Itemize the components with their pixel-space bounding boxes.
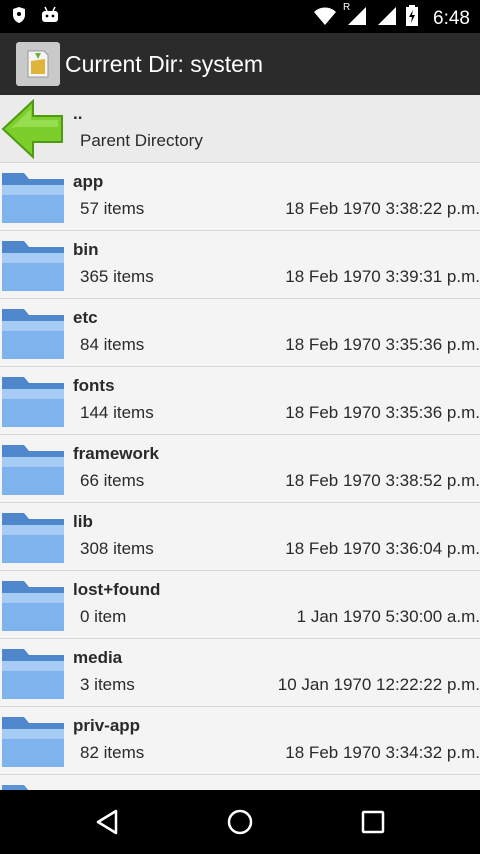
app-bar: Current Dir: system [0,33,480,95]
modified-date: 1 Jan 1970 5:30:00 a.m. [296,607,480,626]
item-count: 144 items [80,403,154,422]
file-list[interactable]: .. Parent Directory app 57 items 18 Feb 19… [0,95,480,790]
folder-icon [0,711,66,771]
folder-icon [0,167,66,227]
folder-name: media [73,648,123,667]
list-item[interactable]: priv-app 82 items 18 Feb 1970 3:34:32 p.m. [0,707,480,775]
item-count: 84 items [80,335,145,354]
folder-name: bin [73,240,99,259]
shield-icon [12,6,26,29]
folder-icon [0,235,66,295]
signal-icon: R [343,2,367,31]
folder-name: fonts [73,376,115,395]
status-bar: R 6:48 [0,0,480,33]
navigation-bar [0,790,480,854]
list-item[interactable]: media 3 items 10 Jan 1970 12:22:22 p.m. [0,639,480,707]
modified-date: 18 Feb 1970 3:35:36 p.m. [285,403,480,422]
folder-icon [0,779,66,790]
item-count: 82 items [80,743,145,762]
folder-icon [0,439,66,499]
modified-date: 10 Jan 1970 12:22:22 p.m. [277,675,480,694]
modified-date: 18 Feb 1970 3:38:22 p.m. [285,199,480,218]
parent-directory-name: .. [73,104,83,123]
back-icon[interactable] [89,804,125,840]
folder-name: etc [73,308,98,327]
android-icon [40,6,60,29]
folder-icon [0,303,66,363]
app-logo-icon [16,42,60,86]
folder-icon [0,643,66,703]
back-arrow-icon [0,98,66,160]
modified-date: 18 Feb 1970 3:36:04 p.m. [285,539,480,558]
battery-charging-icon [405,5,419,32]
recents-icon[interactable] [355,804,391,840]
modified-date: 18 Feb 1970 3:34:32 p.m. [285,743,480,762]
folder-icon [0,507,66,567]
folder-name: framework [73,444,159,463]
item-count: 66 items [80,471,145,490]
list-item[interactable]: framework 66 items 18 Feb 1970 3:38:52 p.m… [0,435,480,503]
wifi-icon [313,6,337,31]
list-item[interactable]: lib 308 items 18 Feb 1970 3:36:04 p.m. [0,503,480,571]
folder-name: priv-app [73,716,141,735]
item-count: 57 items [80,199,145,218]
page-title: Current Dir: system [65,50,264,77]
list-item[interactable]: lost+found 0 item 1 Jan 1970 5:30:00 a.m. [0,571,480,639]
modified-date: 18 Feb 1970 3:38:52 p.m. [285,471,480,490]
list-item-partial[interactable] [0,775,480,790]
list-item[interactable]: bin 365 items 18 Feb 1970 3:39:31 p.m. [0,231,480,299]
modified-date: 18 Feb 1970 3:35:36 p.m. [285,335,480,354]
folder-name: app [73,172,104,191]
list-item[interactable]: app 57 items 18 Feb 1970 3:38:22 p.m. [0,163,480,231]
item-count: 308 items [80,539,154,558]
folder-name: lost+found [73,580,161,599]
list-item[interactable]: fonts 144 items 18 Feb 1970 3:35:36 p.m. [0,367,480,435]
item-count: 365 items [80,267,154,286]
list-item[interactable]: etc 84 items 18 Feb 1970 3:35:36 p.m. [0,299,480,367]
home-icon[interactable] [222,804,258,840]
parent-directory-row[interactable]: .. Parent Directory [0,95,480,163]
modified-date: 18 Feb 1970 3:39:31 p.m. [285,267,480,286]
signal-icon [375,6,397,31]
signal-roaming-label: R [343,2,351,13]
folder-icon [0,371,66,431]
clock: 6:48 [433,7,470,29]
folder-icon [0,575,66,635]
item-count: 3 items [80,675,135,694]
item-count: 0 item [80,607,127,626]
folder-name: lib [73,512,93,531]
parent-directory-label: Parent Directory [80,131,203,150]
